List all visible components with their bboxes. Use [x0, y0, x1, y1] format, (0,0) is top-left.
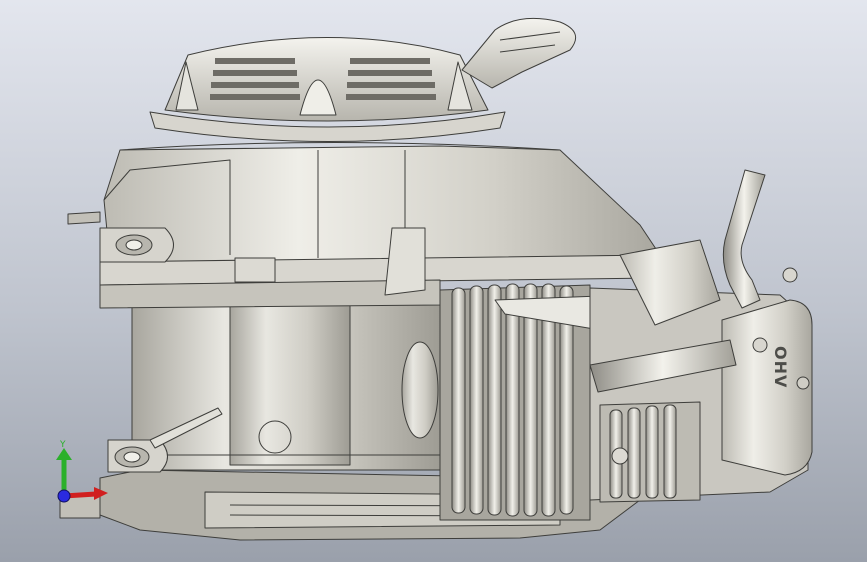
triad-arrows: [56, 448, 108, 503]
starter-handle: [461, 17, 577, 89]
y-axis-label: Y: [60, 440, 66, 450]
blower-housing: [103, 145, 661, 263]
engine-model[interactable]: [0, 0, 867, 562]
cylinder-head-stamp: OHV: [771, 346, 790, 389]
3d-viewport[interactable]: OHV Y: [0, 0, 867, 562]
axis-triad: Y: [46, 436, 116, 516]
exhaust-tube: [722, 169, 766, 309]
